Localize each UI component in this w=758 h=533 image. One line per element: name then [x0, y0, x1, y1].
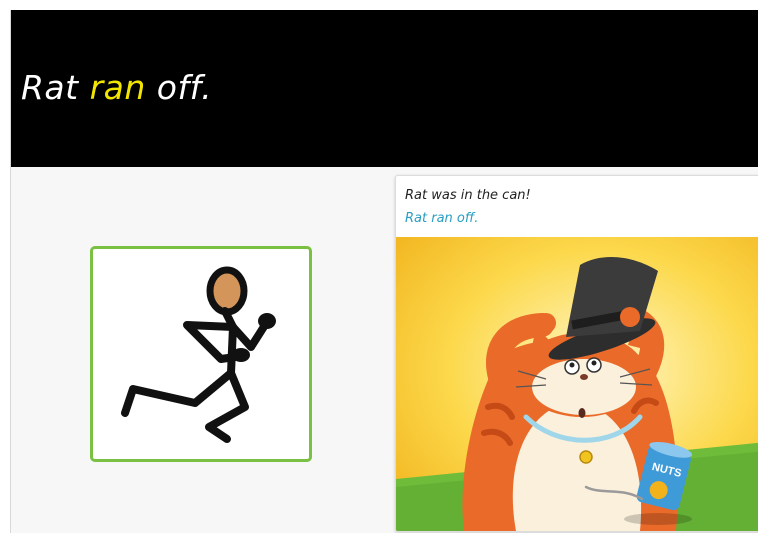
story-text-line-2: Rat ran off.	[405, 211, 479, 226]
title-highlight-word: ran	[89, 68, 146, 107]
title-word-off: off.	[145, 68, 213, 107]
running-person-icon	[121, 266, 276, 443]
slide-header: Rat ran off.	[11, 10, 758, 167]
slide: Rat ran off. Rat was in the can! Rat ran…	[10, 10, 758, 533]
symbol-card	[90, 246, 312, 462]
story-illustration: NUTS	[396, 237, 758, 531]
story-text-line-1: Rat was in the can!	[405, 188, 531, 203]
title-word-rat: Rat	[21, 68, 90, 107]
slide-title: Rat ran off.	[21, 68, 212, 107]
top-strip	[0, 0, 758, 10]
page: Rat ran off. Rat was in the can! Rat ran…	[0, 0, 758, 533]
cat-illustration: NUTS	[396, 237, 758, 531]
story-page-card: Rat was in the can! Rat ran off. NUTS	[395, 175, 758, 532]
